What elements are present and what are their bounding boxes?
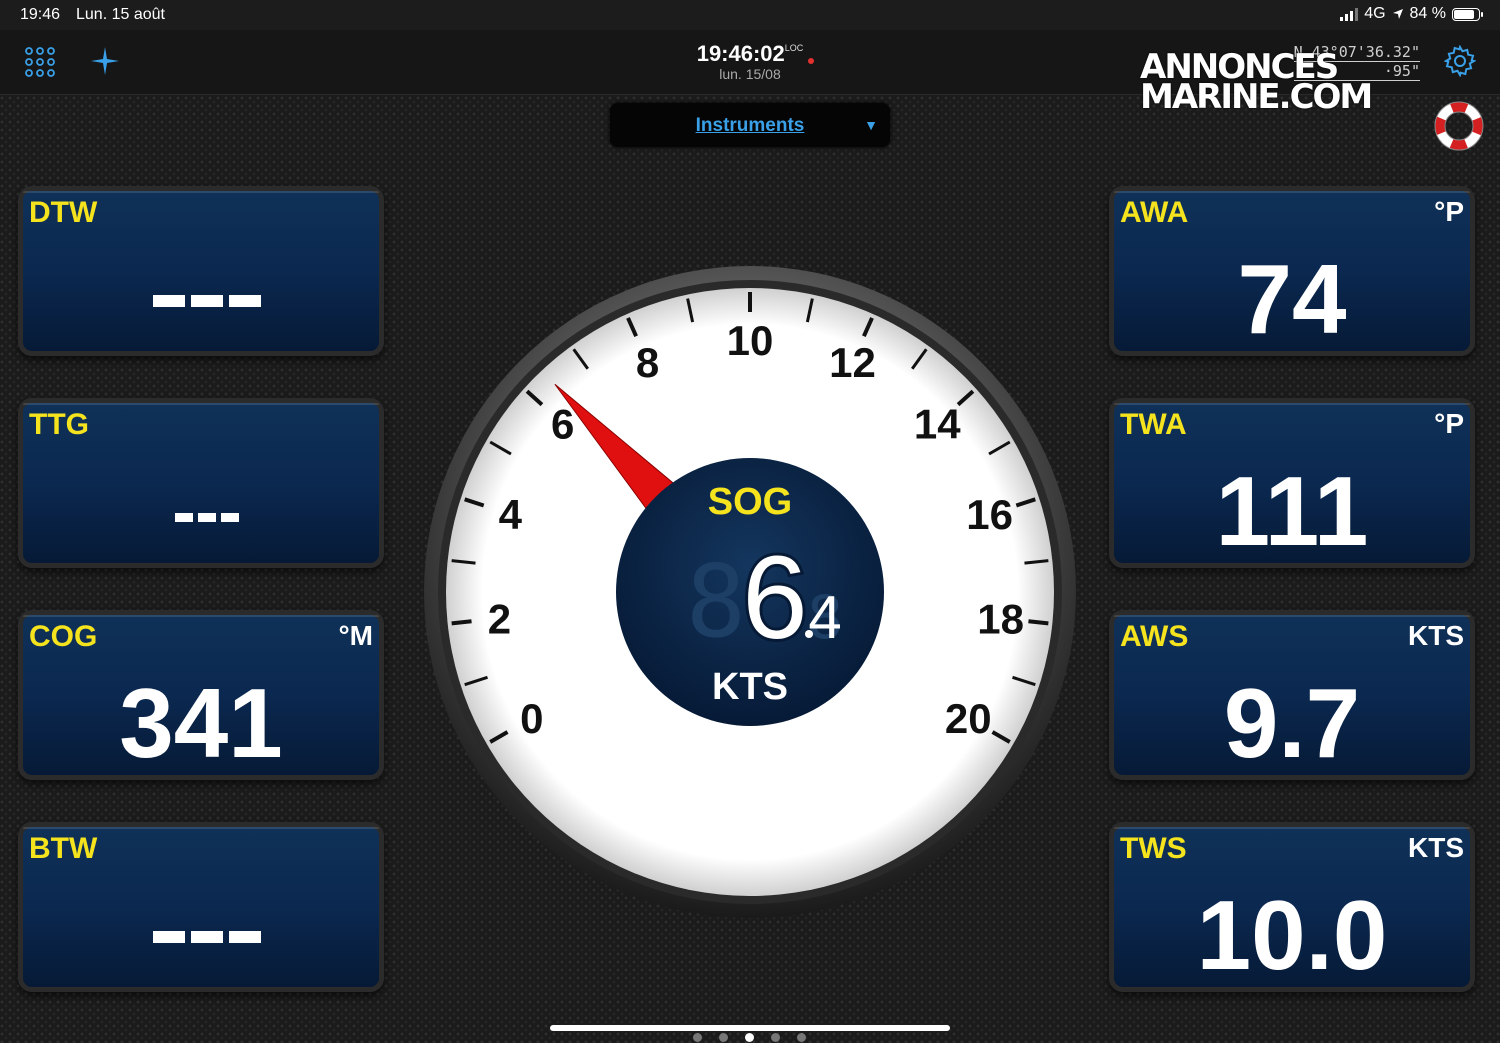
gauge-tick-label: 4 [499, 491, 523, 538]
page-selector-dropdown[interactable]: Instruments ▼ [610, 103, 890, 147]
panel-label: COG [29, 620, 98, 653]
value-placeholder-dash [153, 931, 185, 943]
page-dot[interactable] [719, 1033, 728, 1042]
signal-icon [1340, 7, 1359, 21]
panel-value: 111 [1215, 456, 1369, 566]
panel-label: AWS [1120, 620, 1189, 653]
gauge-tick-label: 2 [488, 595, 511, 642]
panel-cog[interactable]: COG °M 341 [18, 610, 384, 780]
panel-value: 10.0 [1196, 880, 1388, 990]
panel-label: TWS [1120, 832, 1187, 865]
panel-label: AWA [1120, 196, 1189, 229]
caret-down-icon: ▼ [864, 117, 878, 133]
page-dot[interactable] [771, 1033, 780, 1042]
gauge-tick-label: 20 [945, 695, 992, 742]
status-time: 19:46 [20, 6, 61, 23]
battery-icon [1452, 7, 1483, 21]
status-bar: 19:46 Lun. 15 août 4G 84 % [0, 0, 1500, 30]
gauge-title: SOG [708, 481, 792, 523]
value-placeholder-dash [221, 513, 239, 522]
value-placeholder-dash [191, 931, 223, 943]
panel-label: BTW [29, 832, 98, 865]
gauge-unit: KTS [712, 666, 788, 708]
panel-value: 74 [1237, 244, 1347, 354]
clock-time: 19:46:02 [696, 41, 785, 66]
panel-unit: KTS [1408, 832, 1464, 863]
panel-btw[interactable]: BTW [18, 822, 384, 992]
gauge-tick-label: 14 [914, 400, 961, 447]
page-indicator[interactable] [693, 1033, 806, 1042]
location-arrow-icon [1392, 9, 1403, 19]
panel-tws[interactable]: TWS KTS 10.0 [1109, 822, 1475, 992]
panel-value: 341 [119, 668, 283, 778]
gauge-tick-label: 18 [977, 595, 1024, 642]
status-date: Lun. 15 août [76, 6, 165, 23]
panel-label: DTW [29, 196, 98, 229]
panel-value: 9.7 [1223, 668, 1361, 778]
lifebuoy-icon[interactable] [1434, 101, 1484, 151]
gauge-tick-label: 6 [551, 400, 574, 447]
panel-label: TTG [29, 408, 89, 441]
value-placeholder-dash [175, 513, 193, 522]
page-dot[interactable] [797, 1033, 806, 1042]
clock-tag: LOC [784, 43, 804, 53]
gauge-tick-label: 8 [636, 339, 659, 386]
panel-unit: °P [1434, 408, 1464, 439]
gauge-tick-label: 16 [966, 491, 1013, 538]
decimal-point [805, 630, 813, 638]
gear-icon[interactable] [1444, 45, 1476, 77]
value-placeholder-dash [198, 513, 216, 522]
panel-twa[interactable]: TWA °P 111 [1109, 398, 1475, 568]
panel-unit: KTS [1408, 620, 1464, 651]
gauge-tick-label: 12 [829, 339, 876, 386]
page-dot[interactable] [693, 1033, 702, 1042]
value-placeholder-dash [229, 931, 261, 943]
home-indicator[interactable] [550, 1025, 950, 1031]
panel-unit: °P [1434, 196, 1464, 227]
network-label: 4G [1364, 5, 1386, 22]
panel-dtw[interactable]: DTW [18, 186, 384, 356]
panel-aws[interactable]: AWS KTS 9.7 [1109, 610, 1475, 780]
watermark-line2: MARINE.COM [1140, 77, 1373, 117]
gauge-tick [451, 619, 472, 626]
gauge-tick [1028, 619, 1049, 626]
panel-awa[interactable]: AWA °P 74 [1109, 186, 1475, 356]
value-placeholder-dash [229, 295, 261, 307]
value-placeholder-dash [153, 295, 185, 307]
page-selector-label: Instruments [695, 115, 805, 136]
page-dot[interactable] [745, 1033, 754, 1042]
gauge-tick-label: 10 [727, 317, 774, 364]
sog-gauge[interactable]: 02468 10 1214161820 SOG 8 6 8 4 KTS [420, 262, 1080, 922]
battery-label: 84 % [1409, 5, 1446, 22]
value-placeholder-dash [191, 295, 223, 307]
panel-unit: °M [338, 620, 373, 651]
watermark-logo: ANNONCES MARINE.COM [1140, 50, 1390, 117]
gauge-tick-label: 0 [520, 695, 543, 742]
panel-ttg[interactable]: TTG [18, 398, 384, 568]
gauge-value-int: 6 [742, 532, 808, 664]
recording-dot [808, 58, 814, 64]
gauge-value-dec: 4 [808, 584, 841, 651]
panel-label: TWA [1120, 408, 1187, 441]
digit-ghost: 8 [686, 543, 746, 660]
